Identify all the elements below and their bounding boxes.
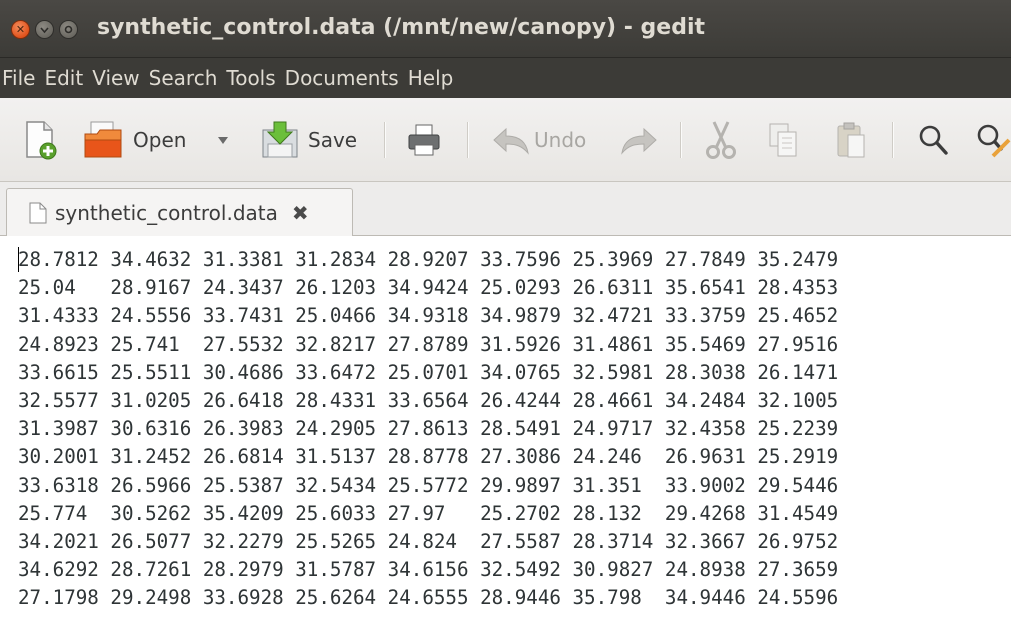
toolbar-separator (680, 122, 682, 158)
tab-strip: synthetic_control.data ✖ (0, 182, 1011, 236)
tab-synthetic-control[interactable]: synthetic_control.data ✖ (6, 188, 353, 236)
text-line: 25.774 30.5262 35.4209 25.6033 27.97 25.… (18, 501, 839, 525)
text-line: 30.2001 31.2452 26.6814 31.5137 28.8778 … (18, 445, 839, 469)
redo-button[interactable] (620, 98, 658, 182)
menu-view[interactable]: View (88, 66, 144, 90)
minimize-icon[interactable] (35, 20, 54, 39)
new-document-button[interactable] (24, 98, 58, 182)
text-line: 28.7812 34.4632 31.3381 31.2834 28.9207 … (18, 248, 839, 271)
text-line: 33.6318 26.5966 25.5387 32.5434 25.5772 … (18, 473, 839, 497)
undo-label: Undo (534, 128, 587, 152)
text-line: 27.1798 29.2498 33.6928 25.6264 24.6555 … (18, 586, 839, 610)
search-icon (919, 125, 948, 155)
menu-file[interactable]: File (0, 66, 40, 90)
text-line: 31.3987 30.6316 26.3983 24.2905 27.8613 … (18, 417, 839, 441)
text-line: 25.04 28.9167 24.3437 26.1203 34.9424 25… (18, 276, 839, 300)
chevron-down-icon (218, 137, 228, 144)
open-button[interactable]: Open (83, 98, 186, 182)
close-icon[interactable]: ✕ (11, 20, 30, 39)
menu-documents[interactable]: Documents (281, 66, 404, 90)
paste-button[interactable] (836, 98, 866, 182)
undo-arrow-icon (493, 127, 529, 155)
scissors-icon (706, 121, 736, 159)
toolbar-separator (384, 122, 386, 158)
close-tab-icon[interactable]: ✖ (292, 201, 309, 225)
cut-button[interactable] (704, 98, 738, 182)
text-editor[interactable]: 28.7812 34.4632 31.3381 31.2834 28.9207 … (0, 236, 1011, 630)
undo-button[interactable]: Undo (492, 98, 586, 182)
save-icon (262, 121, 298, 158)
new-document-icon (26, 121, 57, 160)
print-icon (408, 124, 440, 156)
find-replace-button[interactable] (975, 98, 1011, 182)
find-button[interactable] (917, 98, 949, 182)
menu-bar: File Edit View Search Tools Documents He… (0, 58, 1011, 98)
open-label: Open (133, 128, 187, 152)
text-cursor (18, 247, 19, 272)
toolbar-separator (467, 122, 469, 158)
text-line: 33.6615 25.5511 30.4686 33.6472 25.0701 … (18, 360, 839, 384)
tab-label: synthetic_control.data (55, 200, 278, 225)
window-title: synthetic_control.data (/mnt/new/canopy)… (97, 15, 706, 40)
text-line: 34.2021 26.5077 32.2279 25.5265 24.824 2… (18, 529, 839, 553)
find-replace-icon (977, 124, 1011, 158)
title-bar: ✕ synthetic_control.data (/mnt/new/canop… (0, 0, 1011, 58)
copy-icon (769, 123, 797, 157)
redo-arrow-icon (621, 127, 657, 155)
text-line: 32.5577 31.0205 26.6418 28.4331 33.6564 … (18, 388, 839, 412)
text-line: 34.6292 28.7261 28.2979 31.5787 34.6156 … (18, 558, 839, 582)
text-line: 31.4333 24.5556 33.7431 25.0466 34.9318 … (18, 304, 839, 328)
menu-edit[interactable]: Edit (40, 66, 88, 90)
menu-search[interactable]: Search (145, 66, 223, 90)
toolbar-separator (892, 122, 894, 158)
maximize-icon[interactable] (59, 20, 78, 39)
menu-tools[interactable]: Tools (222, 66, 280, 90)
open-dropdown-arrow[interactable] (217, 98, 229, 182)
copy-button[interactable] (768, 98, 798, 182)
menu-help[interactable]: Help (404, 66, 459, 90)
open-folder-icon (84, 121, 122, 158)
save-button[interactable]: Save (260, 98, 357, 182)
paste-clipboard-icon (837, 122, 865, 158)
document-icon (29, 202, 47, 223)
print-button[interactable] (407, 98, 441, 182)
save-label: Save (308, 128, 358, 152)
editor-lines: 28.7812 34.4632 31.3381 31.2834 28.9207 … (18, 246, 838, 612)
text-line: 24.8923 25.741 27.5532 32.8217 27.8789 3… (18, 332, 839, 356)
toolbar: Open Save Undo (0, 98, 1011, 182)
